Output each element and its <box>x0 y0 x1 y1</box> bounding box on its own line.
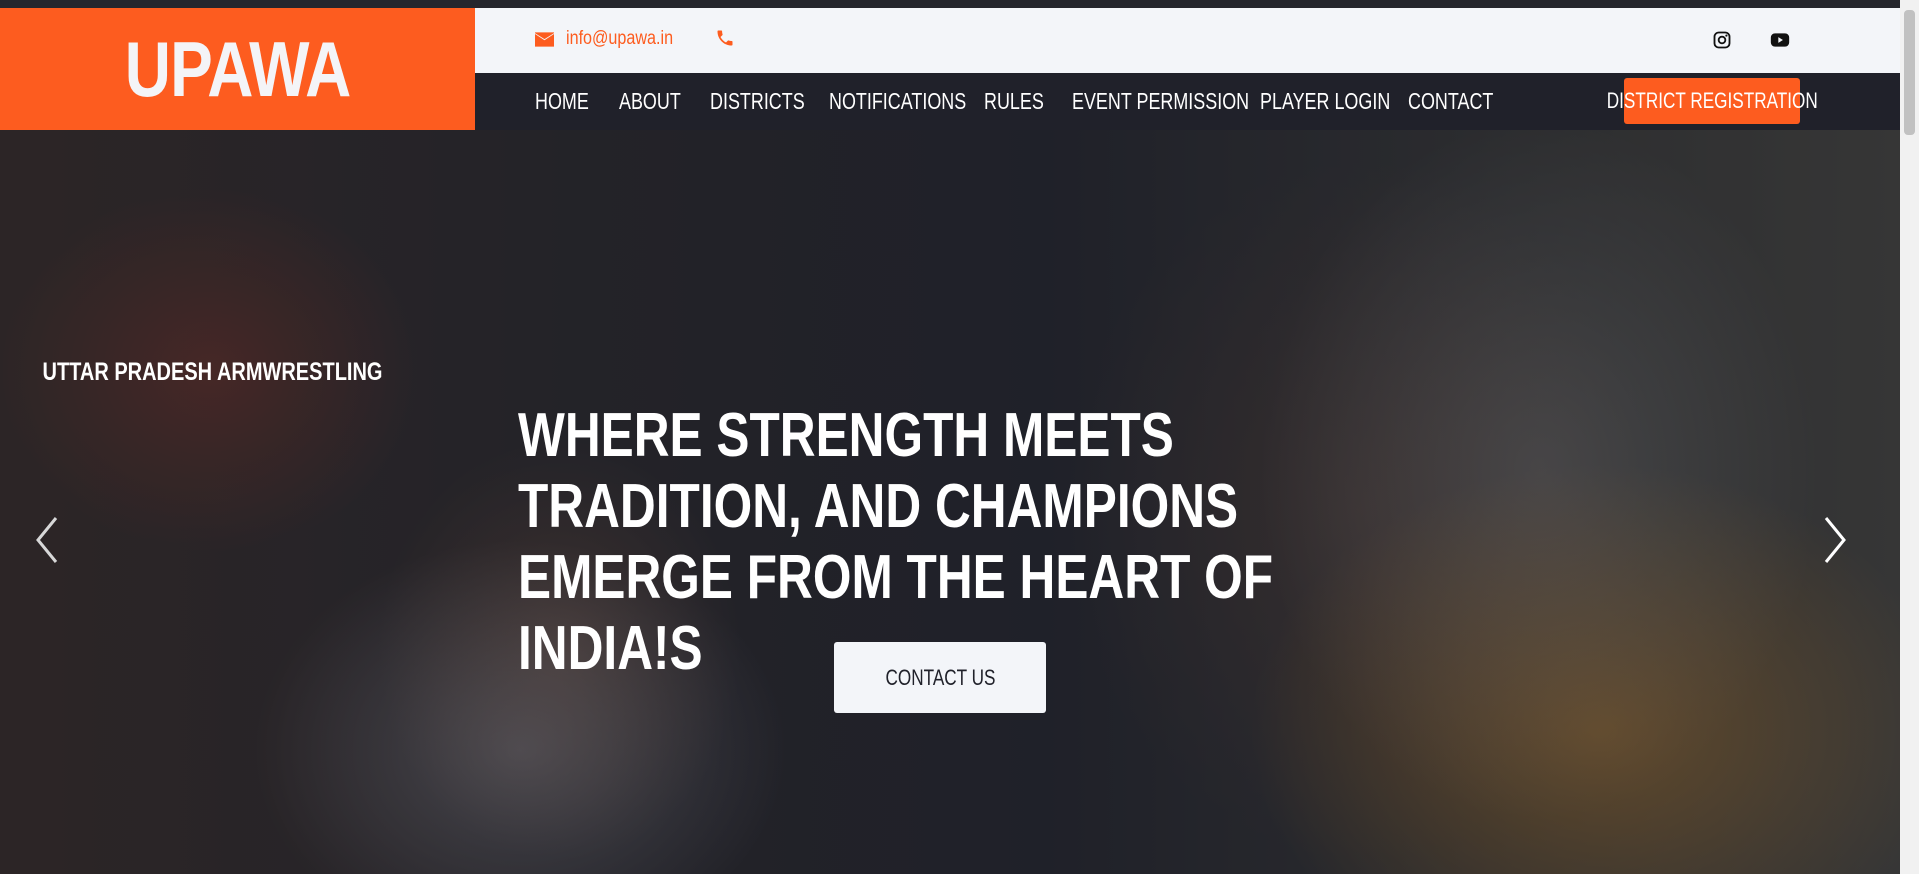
nav-item-player-login[interactable]: PLAYER LOGIN <box>1260 88 1390 115</box>
logo-text: UPAWA <box>124 25 352 113</box>
contact-topbar: info@upawa.in <box>475 8 1900 73</box>
page-scrollbar[interactable] <box>1900 0 1919 874</box>
envelope-icon <box>535 31 554 47</box>
nav-item-home[interactable]: HOME <box>535 88 601 115</box>
nav-menu: HOME ABOUT DISTRICTS NOTIFICATIONS RULES… <box>535 73 1498 130</box>
social-links <box>1712 30 1790 50</box>
phone-icon[interactable] <box>715 28 735 48</box>
hero-kicker-text: UTTAR PRADESH ARMWRESTLING <box>42 358 383 386</box>
chevron-left-icon[interactable] <box>28 510 68 570</box>
nav-item-rules[interactable]: RULES <box>984 88 1053 115</box>
nav-item-notifications[interactable]: NOTIFICATIONS <box>829 88 966 115</box>
email-text: info@upawa.in <box>566 28 674 49</box>
youtube-icon[interactable] <box>1770 30 1790 50</box>
nav-item-districts[interactable]: DISTRICTS <box>710 88 805 115</box>
instagram-icon[interactable] <box>1712 30 1732 50</box>
scrollbar-thumb[interactable] <box>1904 10 1915 135</box>
nav-item-contact[interactable]: CONTACT <box>1408 88 1493 115</box>
main-navbar: HOME ABOUT DISTRICTS NOTIFICATIONS RULES… <box>475 73 1900 130</box>
district-registration-label: DISTRICT REGISTRATION <box>1606 88 1818 113</box>
hero-kicker: UTTAR PRADESH ARMWRESTLING <box>0 358 1900 387</box>
hero-slider: UTTAR PRADESH ARMWRESTLING WHERE STRENGT… <box>0 130 1900 874</box>
browser-top-strip <box>0 0 1900 8</box>
contact-us-label: CONTACT US <box>885 664 995 690</box>
contact-us-button[interactable]: CONTACT US <box>834 642 1046 713</box>
site-logo[interactable]: UPAWA <box>0 8 475 130</box>
email-link[interactable]: info@upawa.in <box>535 28 692 50</box>
nav-item-event-permission[interactable]: EVENT PERMISSION <box>1072 88 1249 115</box>
nav-item-about[interactable]: ABOUT <box>619 88 690 115</box>
chevron-right-icon[interactable] <box>1814 510 1854 570</box>
district-registration-button[interactable]: DISTRICT REGISTRATION <box>1606 78 1818 124</box>
